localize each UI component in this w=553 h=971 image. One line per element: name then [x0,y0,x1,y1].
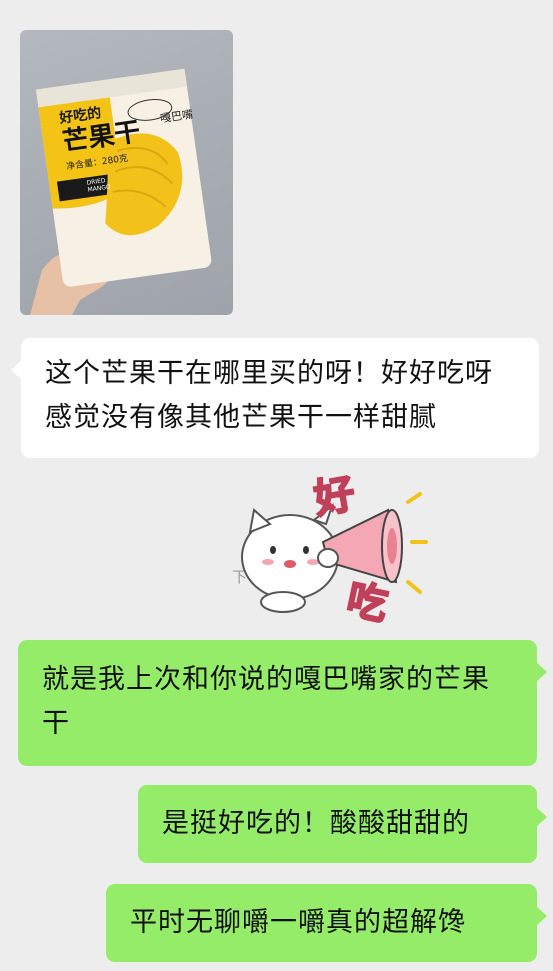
outgoing-message[interactable]: 是挺好吃的！酸酸甜甜的 [138,785,547,863]
message-text: 是挺好吃的！酸酸甜甜的 [162,808,470,839]
sticker-haochi[interactable]: 好 吃 [228,462,428,631]
message-text: 就是我上次和你说的嘎巴嘴家的芒果干 [42,664,490,739]
incoming-message[interactable]: 这个芒果干在哪里买的呀！好好吃呀 感觉没有像其他芒果干一样甜腻 [11,338,539,458]
message-text: 这个芒果干在哪里买的呀！好好吃呀 感觉没有像其他芒果干一样甜腻 [45,358,493,433]
outgoing-message[interactable]: 就是我上次和你说的嘎巴嘴家的芒果干 [18,640,547,766]
photo-message[interactable]: 好吃的 芒果干 净含量：280克 DRIED MANGO 嘎巴嘴 [20,30,233,315]
message-text: 平时无聊嚼一嚼真的超解馋 [130,907,466,938]
outgoing-message[interactable]: 平时无聊嚼一嚼真的超解馋 [106,884,547,962]
